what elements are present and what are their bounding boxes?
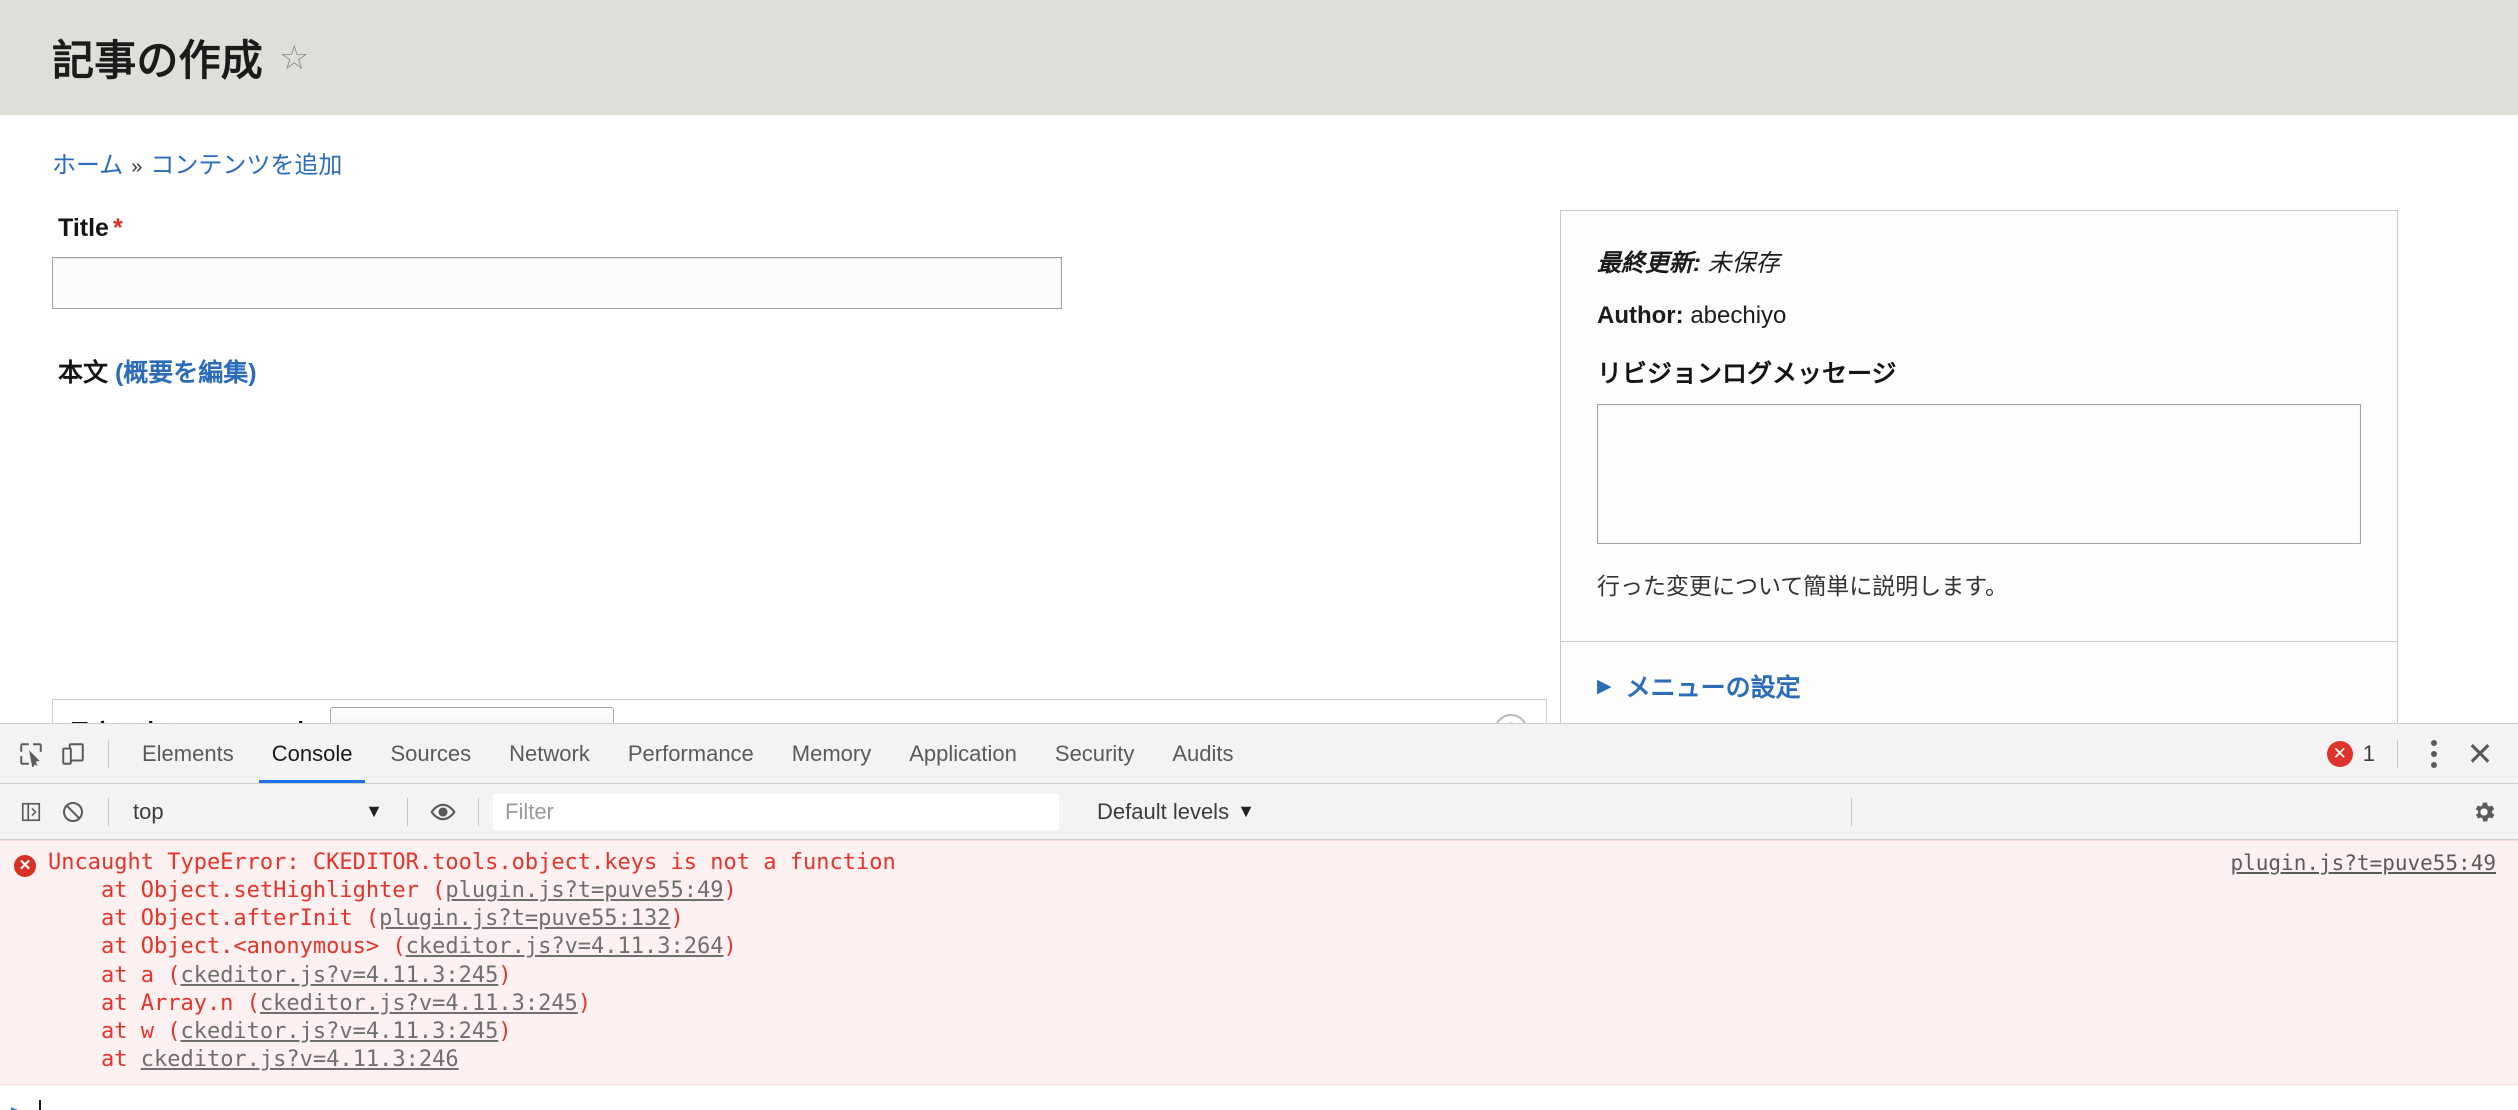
error-circle-icon: ✕ [14,855,36,877]
breadcrumb-item-add-content[interactable]: コンテンツを追加 [150,145,342,180]
toolbar-divider [1850,797,1852,826]
console-filter-input[interactable] [493,793,1059,830]
body-editor-area[interactable] [52,389,1560,689]
breadcrumb-item-home[interactable]: ホーム [52,145,123,180]
device-toolbar-icon[interactable] [52,733,94,775]
last-saved-line: 最終更新: 未保存 [1597,243,2361,278]
node-meta-box: 最終更新: 未保存 Author: abechiyo リビジョンログメッセージ … [1560,210,2398,641]
revision-log-textarea[interactable] [1597,404,2361,544]
console-messages: ✕ Uncaught TypeError: CKEDITOR.tools.obj… [0,840,2518,1110]
tab-elements[interactable]: Elements [123,724,253,783]
tab-console[interactable]: Console [253,724,372,783]
title-input[interactable] [52,257,1062,309]
accordion-menu-settings[interactable]: ▶ メニューの設定 [1560,641,2398,730]
body-summary-edit-link[interactable]: (概要を編集) [115,359,257,387]
stack-frame-link[interactable]: ckeditor.js?v=4.11.3:246 [141,1047,459,1072]
execution-context-select[interactable]: top ▼ [123,794,393,830]
toolbar-divider [478,797,479,826]
chevron-down-icon: ▼ [1237,801,1255,821]
tab-performance[interactable]: Performance [609,724,773,783]
console-prompt[interactable]: > [0,1085,2518,1110]
gear-icon[interactable] [2462,790,2506,834]
log-levels-dropdown[interactable]: Default levels ▼ [1097,799,1255,825]
page-header: 記事の作成 ☆ [0,0,2518,115]
page-title: 記事の作成 ☆ [52,27,310,88]
body-label-text: 本文 [58,359,109,387]
console-filter-bar: top ▼ Default levels ▼ [0,784,2518,840]
author-line: Author: abechiyo [1597,302,2361,330]
tab-sources[interactable]: Sources [371,724,490,783]
tab-application[interactable]: Application [890,724,1036,783]
revision-log-description: 行った変更について簡単に説明します。 [1597,573,2009,599]
console-error-message[interactable]: ✕ Uncaught TypeError: CKEDITOR.tools.obj… [0,840,2518,1086]
body-field-label: 本文 (概要を編集) [58,353,1560,389]
form-column: Title* 本文 (概要を編集) テキストフォーマット フル HTML ▼ テ… [0,180,1560,761]
tab-network[interactable]: Network [490,724,609,783]
revision-log-label: リビジョンログメッセージ [1597,360,1897,388]
triangle-right-icon: ▶ [1597,675,1612,697]
last-saved-value: 未保存 [1707,250,1780,277]
inspect-element-icon[interactable] [10,733,52,775]
star-outline-icon[interactable]: ☆ [279,41,310,75]
chevron-down-icon: ▼ [365,801,383,821]
title-field-label: Title * [58,214,1560,243]
breadcrumb: ホーム » コンテンツを追加 [0,115,2518,180]
console-error-body: ✕ Uncaught TypeError: CKEDITOR.tools.obj… [0,849,2518,1074]
last-saved-label: 最終更新: [1597,250,1701,277]
console-error-stack: Uncaught TypeError: CKEDITOR.tools.objec… [48,850,896,1073]
console-sidebar-icon[interactable] [10,791,52,833]
toolbar-divider [108,739,109,768]
page-title-text: 記事の作成 [52,37,264,84]
stack-frame-link[interactable]: ckeditor.js?v=4.11.3:245 [260,991,578,1016]
prompt-caret-icon: > [10,1101,23,1110]
author-label: Author: [1597,302,1684,329]
toolbar-divider [108,797,109,826]
clear-console-icon[interactable] [52,791,94,833]
stack-frame-link[interactable]: plugin.js?t=puve55:49 [445,878,723,903]
stack-frame-link[interactable]: ckeditor.js?v=4.11.3:245 [180,1019,498,1044]
execution-context-value: top [133,798,164,824]
stack-frame-link[interactable]: ckeditor.js?v=4.11.3:245 [180,963,498,988]
author-value: abechiyo [1690,302,1787,329]
toolbar-divider [407,797,408,826]
breadcrumb-separator: » [131,156,143,178]
stack-frame-link[interactable]: plugin.js?t=puve55:132 [379,906,670,931]
tab-security[interactable]: Security [1036,724,1153,783]
error-count-badge[interactable]: ✕ 1 [2326,740,2375,767]
devtools-tabbar: Elements Console Sources Network Perform… [0,724,2518,784]
close-icon[interactable]: ✕ [2456,732,2504,776]
devtools-tabs: Elements Console Sources Network Perform… [123,724,1253,783]
error-count-value: 1 [2362,740,2375,766]
stack-frame-link[interactable]: ckeditor.js?v=4.11.3:264 [406,934,724,959]
log-levels-label: Default levels [1097,798,1230,824]
toolbar-divider [2397,739,2398,768]
console-error-source-link[interactable]: plugin.js?t=puve55:49 [2230,851,2496,875]
devtools-toolbar-right: ✕ 1 ✕ [2326,732,2504,776]
devtools-panel: Elements Console Sources Network Perform… [0,723,2518,1110]
accordion-menu-settings-label: メニューの設定 [1625,674,1801,702]
tab-audits[interactable]: Audits [1153,724,1252,783]
text-cursor [39,1100,42,1110]
required-marker: * [112,214,123,242]
title-label-text: Title [58,214,109,242]
kebab-menu-icon[interactable] [2412,732,2456,776]
error-circle-icon: ✕ [2326,740,2353,767]
app-root: 記事の作成 ☆ ホーム » コンテンツを追加 Title * 本文 (概要を編集)… [0,0,2518,1110]
live-expression-icon[interactable] [422,791,464,833]
tab-memory[interactable]: Memory [773,724,890,783]
